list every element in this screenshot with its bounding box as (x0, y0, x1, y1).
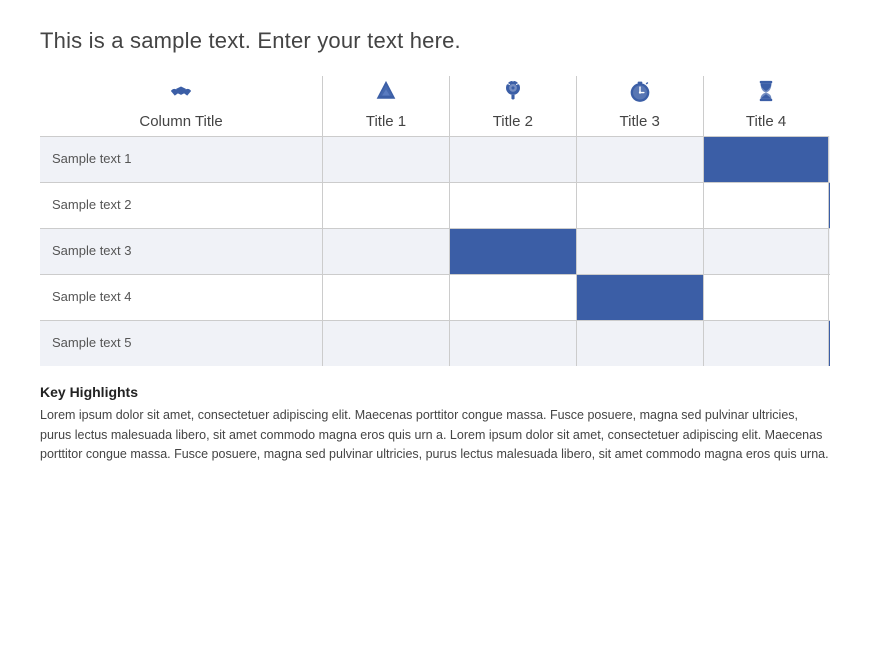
cell-r3-c4 (828, 274, 830, 320)
cell-r2-c2 (576, 228, 703, 274)
cell-r4-c0 (323, 320, 450, 366)
col-header-3: Title 3 (576, 76, 703, 136)
hourglass-icon (704, 76, 829, 105)
cell-r3-c3 (703, 274, 828, 320)
table-row: Sample text 1 (40, 136, 830, 182)
cell-r0-c4 (828, 136, 830, 182)
table-row: Sample text 3 (40, 228, 830, 274)
cell-r2-c1 (449, 228, 576, 274)
filled-cell (704, 137, 828, 182)
col-title-4: Title 4 (704, 109, 829, 130)
table-row: Sample text 4 (40, 274, 830, 320)
pyramid-icon (323, 76, 449, 105)
col-title-3: Title 3 (577, 109, 703, 130)
table-body: Sample text 1Sample text 2Sample text 3S… (40, 136, 830, 366)
page: This is a sample text. Enter your text h… (0, 0, 870, 653)
col-title-0: Column Title (40, 109, 322, 130)
main-table: Column Title Title 1 (40, 76, 830, 366)
highlights-title: Key Highlights (40, 384, 830, 400)
cell-r1-c0 (323, 182, 450, 228)
filled-cell (829, 183, 830, 228)
cell-r3-c2 (576, 274, 703, 320)
row-label: Sample text 2 (40, 182, 323, 228)
col-title-2: Title 2 (450, 109, 576, 130)
col-header-4: Title 4 (703, 76, 828, 136)
main-title: This is a sample text. Enter your text h… (40, 28, 830, 54)
cell-r1-c3 (703, 182, 828, 228)
col-title-1: Title 1 (323, 109, 449, 130)
cell-r1-c1 (449, 182, 576, 228)
cell-r4-c4 (828, 320, 830, 366)
col-header-0: Column Title (40, 76, 323, 136)
cell-r2-c4 (828, 228, 830, 274)
row-label: Sample text 1 (40, 136, 323, 182)
table-row: Sample text 5 (40, 320, 830, 366)
cell-r0-c2 (576, 136, 703, 182)
table-row: Sample text 2 (40, 182, 830, 228)
cell-r0-c0 (323, 136, 450, 182)
col-header-2: Title 2 (449, 76, 576, 136)
cell-r0-c3 (703, 136, 828, 182)
cell-r0-c1 (449, 136, 576, 182)
cell-r4-c1 (449, 320, 576, 366)
row-label: Sample text 4 (40, 274, 323, 320)
filled-cell (829, 321, 830, 367)
brain-gear-icon (450, 76, 576, 105)
highlights-section: Key Highlights Lorem ipsum dolor sit ame… (40, 384, 830, 464)
row-label: Sample text 5 (40, 320, 323, 366)
cell-r2-c3 (703, 228, 828, 274)
cell-r1-c2 (576, 182, 703, 228)
row-label: Sample text 3 (40, 228, 323, 274)
handshake-icon (40, 76, 322, 105)
cell-r3-c1 (449, 274, 576, 320)
table-section: Column Title Title 1 (40, 76, 830, 366)
filled-cell (450, 229, 576, 274)
highlights-text: Lorem ipsum dolor sit amet, consectetuer… (40, 406, 830, 464)
cell-r4-c2 (576, 320, 703, 366)
cell-r2-c0 (323, 228, 450, 274)
cell-r4-c3 (703, 320, 828, 366)
table-header-row: Column Title Title 1 (40, 76, 830, 136)
filled-cell (577, 275, 703, 320)
cell-r3-c0 (323, 274, 450, 320)
stopwatch-icon (577, 76, 703, 105)
cell-r1-c4 (828, 182, 830, 228)
col-header-1: Title 1 (323, 76, 450, 136)
